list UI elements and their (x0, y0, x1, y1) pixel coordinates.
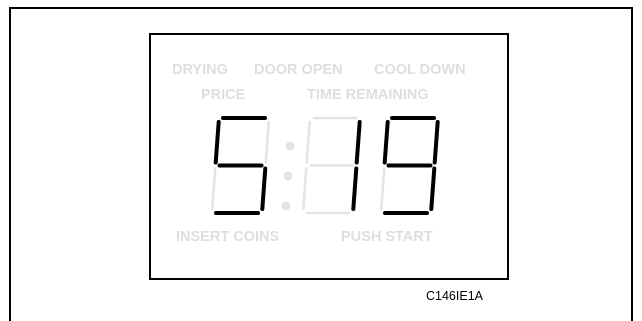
indicator-cool-down: COOL DOWN (374, 62, 466, 78)
indicator-time-remaining: TIME REMAINING (307, 87, 429, 103)
figure-reference-code: C146IE1A (426, 289, 483, 303)
indicator-door-open: DOOR OPEN (254, 62, 343, 78)
indicator-price: PRICE (201, 87, 246, 103)
indicator-drying: DRYING (172, 62, 228, 78)
indicator-insert-coins: INSERT COINS (176, 229, 280, 245)
indicator-push-start: PUSH START (341, 229, 433, 245)
figure-frame (9, 7, 633, 321)
